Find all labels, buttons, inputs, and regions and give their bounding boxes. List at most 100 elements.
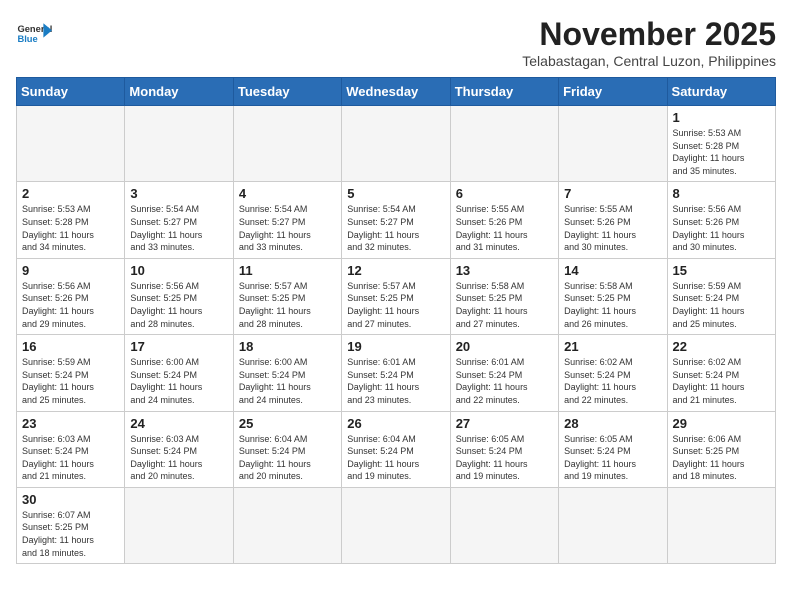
- day-number: 13: [456, 263, 553, 278]
- day-info: Sunrise: 6:04 AM Sunset: 5:24 PM Dayligh…: [347, 433, 444, 483]
- day-cell: 23Sunrise: 6:03 AM Sunset: 5:24 PM Dayli…: [17, 411, 125, 487]
- week-row-2: 2 Sunrise: 5:53 AM Sunset: 5:28 PM Daylig…: [17, 182, 776, 258]
- day-cell: 22 Sunrise: 6:02 AM Sunset: 5:24 PM Dayli…: [667, 335, 775, 411]
- day-cell: 1 Sunrise: 5:53 AM Sunset: 5:28 PM Daylig…: [667, 106, 775, 182]
- day-info: Sunrise: 6:02 AM Sunset: 5:24 PM Dayligh…: [673, 356, 770, 406]
- day-info: Sunrise: 6:00 AM Sunset: 5:24 PM Dayligh…: [130, 356, 227, 406]
- weekday-header-tuesday: Tuesday: [233, 78, 341, 106]
- day-cell: [667, 487, 775, 563]
- day-cell: 11 Sunrise: 5:57 AM Sunset: 5:25 PM Dayli…: [233, 258, 341, 334]
- day-info: Sunrise: 6:05 AM Sunset: 5:24 PM Dayligh…: [564, 433, 661, 483]
- day-cell: 18 Sunrise: 6:00 AM Sunset: 5:24 PM Dayli…: [233, 335, 341, 411]
- day-cell: 14 Sunrise: 5:58 AM Sunset: 5:25 PM Dayli…: [559, 258, 667, 334]
- day-number: 12: [347, 263, 444, 278]
- day-cell: 28 Sunrise: 6:05 AM Sunset: 5:24 PM Dayli…: [559, 411, 667, 487]
- day-info: Sunrise: 6:00 AM Sunset: 5:24 PM Dayligh…: [239, 356, 336, 406]
- day-info: Sunrise: 5:59 AM Sunset: 5:24 PM Dayligh…: [673, 280, 770, 330]
- day-info: Sunrise: 6:06 AM Sunset: 5:25 PM Dayligh…: [673, 433, 770, 483]
- day-number: 6: [456, 186, 553, 201]
- day-cell: 10Sunrise: 5:56 AM Sunset: 5:25 PM Dayli…: [125, 258, 233, 334]
- day-info: Sunrise: 5:58 AM Sunset: 5:25 PM Dayligh…: [456, 280, 553, 330]
- day-cell: 27Sunrise: 6:05 AM Sunset: 5:24 PM Dayli…: [450, 411, 558, 487]
- day-cell: [559, 106, 667, 182]
- day-cell: 12 Sunrise: 5:57 AM Sunset: 5:25 PM Dayli…: [342, 258, 450, 334]
- day-info: Sunrise: 5:58 AM Sunset: 5:25 PM Dayligh…: [564, 280, 661, 330]
- day-number: 4: [239, 186, 336, 201]
- day-cell: 2 Sunrise: 5:53 AM Sunset: 5:28 PM Daylig…: [17, 182, 125, 258]
- day-number: 5: [347, 186, 444, 201]
- day-info: Sunrise: 5:56 AM Sunset: 5:25 PM Dayligh…: [130, 280, 227, 330]
- day-info: Sunrise: 6:04 AM Sunset: 5:24 PM Dayligh…: [239, 433, 336, 483]
- title-block: November 2025 Telabastagan, Central Luzo…: [522, 16, 776, 69]
- logo: General Blue: [16, 16, 52, 52]
- day-number: 18: [239, 339, 336, 354]
- day-number: 3: [130, 186, 227, 201]
- month-title: November 2025: [522, 16, 776, 53]
- day-number: 2: [22, 186, 119, 201]
- day-info: Sunrise: 5:56 AM Sunset: 5:26 PM Dayligh…: [22, 280, 119, 330]
- day-number: 1: [673, 110, 770, 125]
- week-row-1: 1 Sunrise: 5:53 AM Sunset: 5:28 PM Daylig…: [17, 106, 776, 182]
- location: Telabastagan, Central Luzon, Philippines: [522, 53, 776, 69]
- day-cell: 3 Sunrise: 5:54 AM Sunset: 5:27 PM Daylig…: [125, 182, 233, 258]
- day-cell: 8 Sunrise: 5:56 AM Sunset: 5:26 PM Daylig…: [667, 182, 775, 258]
- day-info: Sunrise: 5:57 AM Sunset: 5:25 PM Dayligh…: [347, 280, 444, 330]
- day-cell: 19 Sunrise: 6:01 AM Sunset: 5:24 PM Dayli…: [342, 335, 450, 411]
- day-cell: [233, 106, 341, 182]
- day-cell: 9 Sunrise: 5:56 AM Sunset: 5:26 PM Daylig…: [17, 258, 125, 334]
- day-cell: 13 Sunrise: 5:58 AM Sunset: 5:25 PM Dayli…: [450, 258, 558, 334]
- day-cell: 30Sunrise: 6:07 AM Sunset: 5:25 PM Dayli…: [17, 487, 125, 563]
- day-number: 17: [130, 339, 227, 354]
- day-number: 11: [239, 263, 336, 278]
- day-number: 7: [564, 186, 661, 201]
- day-info: Sunrise: 5:54 AM Sunset: 5:27 PM Dayligh…: [130, 203, 227, 253]
- day-info: Sunrise: 5:56 AM Sunset: 5:26 PM Dayligh…: [673, 203, 770, 253]
- weekday-header-row: SundayMondayTuesdayWednesdayThursdayFrid…: [17, 78, 776, 106]
- day-number: 19: [347, 339, 444, 354]
- page-header: General Blue November 2025 Telabastagan,…: [16, 16, 776, 69]
- day-number: 16: [22, 339, 119, 354]
- day-info: Sunrise: 5:53 AM Sunset: 5:28 PM Dayligh…: [673, 127, 770, 177]
- day-number: 24: [130, 416, 227, 431]
- week-row-3: 9 Sunrise: 5:56 AM Sunset: 5:26 PM Daylig…: [17, 258, 776, 334]
- day-cell: [125, 106, 233, 182]
- day-number: 8: [673, 186, 770, 201]
- day-info: Sunrise: 5:54 AM Sunset: 5:27 PM Dayligh…: [347, 203, 444, 253]
- week-row-5: 23Sunrise: 6:03 AM Sunset: 5:24 PM Dayli…: [17, 411, 776, 487]
- day-info: Sunrise: 5:59 AM Sunset: 5:24 PM Dayligh…: [22, 356, 119, 406]
- day-cell: 4 Sunrise: 5:54 AM Sunset: 5:27 PM Daylig…: [233, 182, 341, 258]
- day-cell: 16 Sunrise: 5:59 AM Sunset: 5:24 PM Dayli…: [17, 335, 125, 411]
- day-number: 26: [347, 416, 444, 431]
- day-cell: 26 Sunrise: 6:04 AM Sunset: 5:24 PM Dayli…: [342, 411, 450, 487]
- day-number: 21: [564, 339, 661, 354]
- day-cell: 20 Sunrise: 6:01 AM Sunset: 5:24 PM Dayli…: [450, 335, 558, 411]
- day-number: 28: [564, 416, 661, 431]
- day-number: 22: [673, 339, 770, 354]
- day-cell: [342, 487, 450, 563]
- day-number: 9: [22, 263, 119, 278]
- week-row-6: 30Sunrise: 6:07 AM Sunset: 5:25 PM Dayli…: [17, 487, 776, 563]
- day-info: Sunrise: 6:03 AM Sunset: 5:24 PM Dayligh…: [22, 433, 119, 483]
- day-cell: [233, 487, 341, 563]
- day-info: Sunrise: 5:54 AM Sunset: 5:27 PM Dayligh…: [239, 203, 336, 253]
- day-info: Sunrise: 5:53 AM Sunset: 5:28 PM Dayligh…: [22, 203, 119, 253]
- day-cell: 29 Sunrise: 6:06 AM Sunset: 5:25 PM Dayli…: [667, 411, 775, 487]
- weekday-header-thursday: Thursday: [450, 78, 558, 106]
- day-info: Sunrise: 6:02 AM Sunset: 5:24 PM Dayligh…: [564, 356, 661, 406]
- calendar-table: SundayMondayTuesdayWednesdayThursdayFrid…: [16, 77, 776, 564]
- weekday-header-monday: Monday: [125, 78, 233, 106]
- day-number: 20: [456, 339, 553, 354]
- day-cell: 6Sunrise: 5:55 AM Sunset: 5:26 PM Daylig…: [450, 182, 558, 258]
- day-info: Sunrise: 5:57 AM Sunset: 5:25 PM Dayligh…: [239, 280, 336, 330]
- day-info: Sunrise: 6:01 AM Sunset: 5:24 PM Dayligh…: [347, 356, 444, 406]
- day-number: 14: [564, 263, 661, 278]
- day-number: 27: [456, 416, 553, 431]
- day-cell: [342, 106, 450, 182]
- day-info: Sunrise: 6:01 AM Sunset: 5:24 PM Dayligh…: [456, 356, 553, 406]
- day-info: Sunrise: 6:03 AM Sunset: 5:24 PM Dayligh…: [130, 433, 227, 483]
- weekday-header-wednesday: Wednesday: [342, 78, 450, 106]
- week-row-4: 16 Sunrise: 5:59 AM Sunset: 5:24 PM Dayli…: [17, 335, 776, 411]
- day-number: 29: [673, 416, 770, 431]
- day-cell: [125, 487, 233, 563]
- day-cell: 25Sunrise: 6:04 AM Sunset: 5:24 PM Dayli…: [233, 411, 341, 487]
